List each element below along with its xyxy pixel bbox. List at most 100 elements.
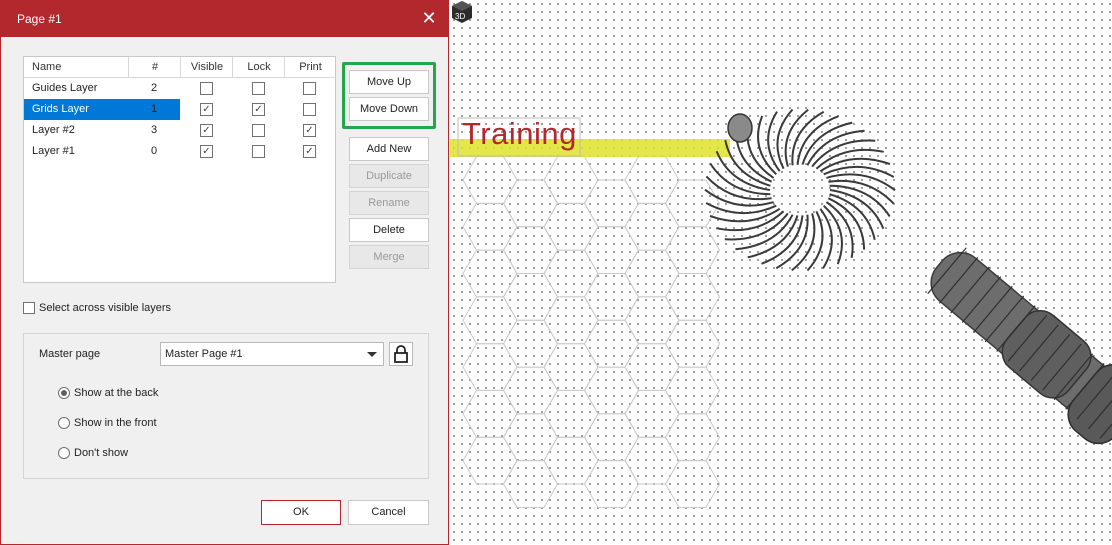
header-print[interactable]: Print bbox=[284, 57, 336, 77]
lock-button[interactable] bbox=[389, 342, 413, 366]
header-number[interactable]: # bbox=[128, 57, 181, 77]
hexagon-cell bbox=[624, 249, 680, 298]
canvas-drawing bbox=[450, 108, 1112, 508]
hexagon-cell bbox=[502, 179, 559, 228]
dialog-title: Page #1 bbox=[17, 12, 62, 26]
delete-button[interactable]: Delete bbox=[349, 218, 429, 242]
hexagon-cell bbox=[664, 366, 721, 415]
engine-3d-model[interactable] bbox=[704, 108, 1112, 456]
hexagon-cell bbox=[624, 343, 680, 391]
move-buttons-highlight bbox=[342, 62, 436, 129]
hexagon-cell bbox=[624, 156, 680, 204]
canvas-label-training[interactable]: Training bbox=[462, 116, 577, 152]
hexagon-pattern bbox=[462, 156, 721, 508]
hexagon-cell bbox=[664, 319, 721, 368]
hexagon-cell bbox=[624, 436, 680, 485]
hexagon-cell bbox=[583, 366, 640, 415]
layers-table[interactable]: Name # Visible Lock Print Guides Layer 2 G… bbox=[23, 56, 336, 283]
duplicate-button[interactable]: Duplicate bbox=[349, 164, 429, 188]
hexagon-cell bbox=[583, 226, 640, 274]
hexagon-cell bbox=[462, 202, 518, 251]
svg-text:3D: 3D bbox=[455, 12, 465, 21]
chevron-down-icon[interactable] bbox=[367, 352, 377, 357]
page-dialog: Page #1 ✕ Name # Visible Lock Print Guid… bbox=[0, 0, 449, 545]
master-page-group: Master page Master Page #1 Show at the b… bbox=[23, 333, 429, 479]
visible-checkbox[interactable]: ✓ bbox=[200, 103, 213, 116]
close-icon[interactable]: ✕ bbox=[418, 7, 440, 29]
view-3d-icon[interactable]: 3D bbox=[450, 0, 474, 24]
hexagon-cell bbox=[664, 179, 721, 228]
header-visible[interactable]: Visible bbox=[180, 57, 233, 77]
hexagon-cell bbox=[502, 319, 559, 368]
print-checkbox[interactable] bbox=[303, 82, 316, 95]
table-row[interactable]: Layer #1 0 ✓ ✓ bbox=[24, 141, 335, 162]
hexagon-cell bbox=[664, 273, 721, 321]
layer-number: 1 bbox=[150, 103, 158, 115]
hexagon-cell bbox=[543, 249, 599, 298]
rename-button[interactable]: Rename bbox=[349, 191, 429, 215]
table-row[interactable]: Grids Layer 1 ✓ ✓ bbox=[24, 99, 335, 120]
print-checkbox[interactable]: ✓ bbox=[303, 145, 316, 158]
hexagon-cell bbox=[462, 436, 518, 485]
lock-checkbox[interactable] bbox=[252, 124, 265, 137]
master-page-select[interactable]: Master Page #1 bbox=[160, 342, 384, 366]
hexagon-cell bbox=[543, 389, 599, 438]
lock-checkbox[interactable]: ✓ bbox=[252, 103, 265, 116]
hexagon-cell bbox=[624, 202, 680, 251]
hexagon-cell bbox=[462, 249, 518, 298]
print-checkbox[interactable]: ✓ bbox=[303, 124, 316, 137]
hexagon-cell bbox=[583, 179, 640, 228]
master-page-label: Master page bbox=[39, 348, 101, 360]
select-across-checkbox[interactable] bbox=[23, 302, 35, 314]
hexagon-cell bbox=[543, 436, 599, 485]
lock-icon bbox=[394, 345, 408, 363]
cancel-button[interactable]: Cancel bbox=[348, 500, 429, 525]
hexagon-cell bbox=[583, 273, 640, 321]
drawing-canvas[interactable]: Training 3D bbox=[450, 0, 1112, 545]
hexagon-cell bbox=[502, 273, 559, 321]
hexagon-cell bbox=[462, 156, 518, 204]
layer-number: 0 bbox=[150, 145, 158, 157]
show-at-back-label[interactable]: Show at the back bbox=[74, 387, 158, 399]
dont-show-label[interactable]: Don't show bbox=[74, 447, 128, 459]
visible-checkbox[interactable]: ✓ bbox=[200, 145, 213, 158]
radio-dont-show[interactable] bbox=[58, 447, 70, 459]
visible-checkbox[interactable] bbox=[200, 82, 213, 95]
ok-button[interactable]: OK bbox=[261, 500, 341, 525]
dialog-titlebar[interactable]: Page #1 ✕ bbox=[1, 1, 448, 37]
hexagon-cell bbox=[462, 343, 518, 391]
hexagon-cell bbox=[543, 202, 599, 251]
lock-checkbox[interactable] bbox=[252, 145, 265, 158]
add-new-button[interactable]: Add New bbox=[349, 137, 429, 161]
hexagon-cell bbox=[462, 296, 518, 345]
hexagon-cell bbox=[664, 226, 721, 274]
master-page-value: Master Page #1 bbox=[165, 348, 243, 360]
table-row[interactable]: Layer #2 3 ✓ ✓ bbox=[24, 120, 335, 141]
hexagon-cell bbox=[543, 296, 599, 345]
hexagon-cell bbox=[543, 343, 599, 391]
hexagon-cell bbox=[502, 460, 559, 508]
hexagon-cell bbox=[664, 460, 721, 508]
hexagon-cell bbox=[543, 156, 599, 204]
hexagon-cell bbox=[583, 319, 640, 368]
select-across-label[interactable]: Select across visible layers bbox=[39, 302, 171, 314]
layer-number: 3 bbox=[150, 124, 158, 136]
visible-checkbox[interactable]: ✓ bbox=[200, 124, 213, 137]
merge-button[interactable]: Merge bbox=[349, 245, 429, 269]
layer-number: 2 bbox=[150, 82, 158, 94]
table-header: Name # Visible Lock Print bbox=[24, 57, 335, 78]
hexagon-cell bbox=[583, 460, 640, 508]
header-lock[interactable]: Lock bbox=[232, 57, 285, 77]
hexagon-cell bbox=[502, 413, 559, 462]
radio-show-at-back[interactable] bbox=[58, 387, 70, 399]
radio-show-in-front[interactable] bbox=[58, 417, 70, 429]
hexagon-cell bbox=[502, 366, 559, 415]
hexagon-cell bbox=[624, 389, 680, 438]
hexagon-cell bbox=[624, 296, 680, 345]
hexagon-cell bbox=[583, 413, 640, 462]
header-name[interactable]: Name bbox=[32, 57, 61, 77]
print-checkbox[interactable] bbox=[303, 103, 316, 116]
table-row[interactable]: Guides Layer 2 bbox=[24, 78, 335, 99]
show-in-front-label[interactable]: Show in the front bbox=[74, 417, 157, 429]
lock-checkbox[interactable] bbox=[252, 82, 265, 95]
